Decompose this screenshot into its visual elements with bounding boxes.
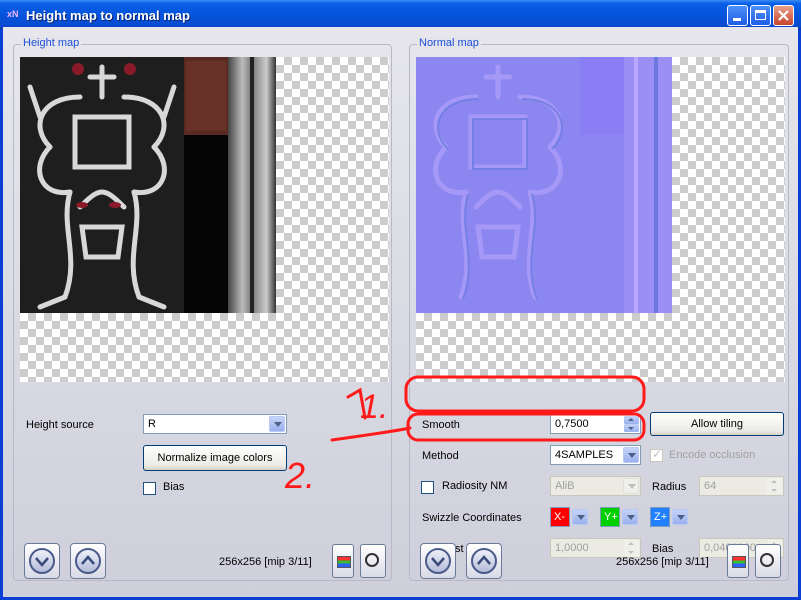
contrast-spinner[interactable]: 1,0000: [550, 538, 641, 558]
normal-map-texture: [416, 57, 672, 313]
normal-channel-view-button[interactable]: [727, 544, 749, 578]
chevron-down-icon[interactable]: [623, 478, 639, 494]
height-map-preview[interactable]: [20, 57, 389, 382]
window: xN Height map to normal map Height map H…: [0, 0, 801, 600]
encode-occlusion-checkbox[interactable]: [650, 447, 663, 462]
client-area: Height map Height source R Normalize ima…: [3, 27, 798, 597]
chevron-down-circle-icon: [425, 548, 451, 574]
maximize-button[interactable]: [750, 5, 771, 26]
close-icon: [778, 10, 789, 21]
window-title: Height map to normal map: [26, 8, 190, 23]
chevron-down-circle-icon: [29, 548, 55, 574]
minimize-button[interactable]: [727, 5, 748, 26]
normal-prev-mip-button[interactable]: [420, 543, 456, 579]
circle-icon: [365, 553, 379, 567]
method-label: Method: [422, 450, 459, 462]
normal-map-preview[interactable]: [416, 57, 785, 382]
allow-tiling-button[interactable]: Allow tiling: [650, 412, 784, 436]
contrast-value: 1,0000: [555, 542, 589, 554]
normal-bias-label: Bias: [652, 543, 674, 555]
encode-occlusion-label: Encode occlusion: [669, 449, 756, 461]
radiosity-basis-combo[interactable]: AliB: [550, 476, 641, 496]
color-bars-icon: [337, 556, 351, 568]
height-map-panel: Height map Height source R Normalize ima…: [13, 37, 392, 581]
chevron-up-circle-icon: [75, 548, 101, 574]
chevron-down-icon[interactable]: [623, 447, 639, 463]
radius-value: 64: [704, 480, 717, 492]
normal-next-mip-button[interactable]: [466, 543, 502, 579]
maximize-icon: [755, 10, 766, 20]
swizzle-y-value: Y+: [604, 511, 618, 523]
radiosity-basis-value: AliB: [555, 480, 575, 492]
normal-map-title: Normal map: [417, 37, 481, 49]
radius-label: Radius: [652, 481, 687, 493]
normal-circle-view-button[interactable]: [755, 544, 781, 578]
normal-map-image: [416, 57, 672, 313]
radius-spinner[interactable]: 64: [699, 476, 784, 496]
smooth-value: 0,7500: [555, 418, 589, 430]
app-icon: xN: [7, 9, 19, 19]
swizzle-x-value: X-: [554, 511, 565, 523]
normal-map-size-text: 256x256 [mip 3/11]: [616, 556, 709, 568]
height-map-image: [20, 57, 276, 313]
prev-mip-button[interactable]: [24, 543, 60, 579]
chevron-down-icon[interactable]: [672, 509, 688, 525]
next-mip-button[interactable]: [70, 543, 106, 579]
normal-map-panel: Normal map Smooth 0,7500 Allow tiling Me…: [409, 37, 789, 581]
swizzle-x-chip: X-: [550, 507, 570, 527]
close-button[interactable]: [773, 5, 794, 26]
bias-checkbox[interactable]: [143, 482, 156, 495]
method-value: 4SAMPLES: [555, 449, 614, 461]
height-source-value: R: [148, 418, 156, 430]
method-combo[interactable]: 4SAMPLES: [550, 445, 641, 465]
circle-view-button[interactable]: [360, 544, 386, 578]
radiosity-nm-checkbox[interactable]: [421, 481, 434, 494]
spinner-arrows-icon[interactable]: [624, 540, 639, 556]
swizzle-coordinates-label: Swizzle Coordinates: [422, 512, 522, 524]
spinner-arrows-icon[interactable]: [624, 416, 639, 432]
bias-label: Bias: [163, 481, 185, 493]
height-map-title: Height map: [21, 37, 82, 49]
swizzle-y-chip: Y+: [600, 507, 620, 527]
minimize-icon: [733, 18, 741, 21]
normalize-image-colors-button[interactable]: Normalize image colors: [143, 445, 287, 471]
swizzle-z-value: Z+: [654, 511, 668, 523]
radiosity-nm-label: Radiosity NM: [442, 480, 508, 492]
smooth-spinner[interactable]: 0,7500: [550, 414, 641, 434]
chevron-down-icon[interactable]: [269, 416, 285, 432]
height-source-label: Height source: [26, 419, 94, 431]
title-bar[interactable]: xN Height map to normal map: [0, 0, 801, 30]
channel-view-button[interactable]: [332, 544, 354, 578]
color-bars-icon: [732, 556, 746, 568]
height-map-texture: [20, 57, 276, 313]
circle-icon: [760, 553, 774, 567]
swizzle-z-chip: Z+: [650, 507, 670, 527]
chevron-down-icon[interactable]: [622, 509, 638, 525]
spinner-arrows-icon[interactable]: [767, 478, 782, 494]
chevron-up-circle-icon: [471, 548, 497, 574]
height-map-size-text: 256x256 [mip 3/11]: [219, 556, 312, 568]
smooth-label: Smooth: [422, 419, 460, 431]
height-source-combo[interactable]: R: [143, 414, 287, 434]
chevron-down-icon[interactable]: [572, 509, 588, 525]
